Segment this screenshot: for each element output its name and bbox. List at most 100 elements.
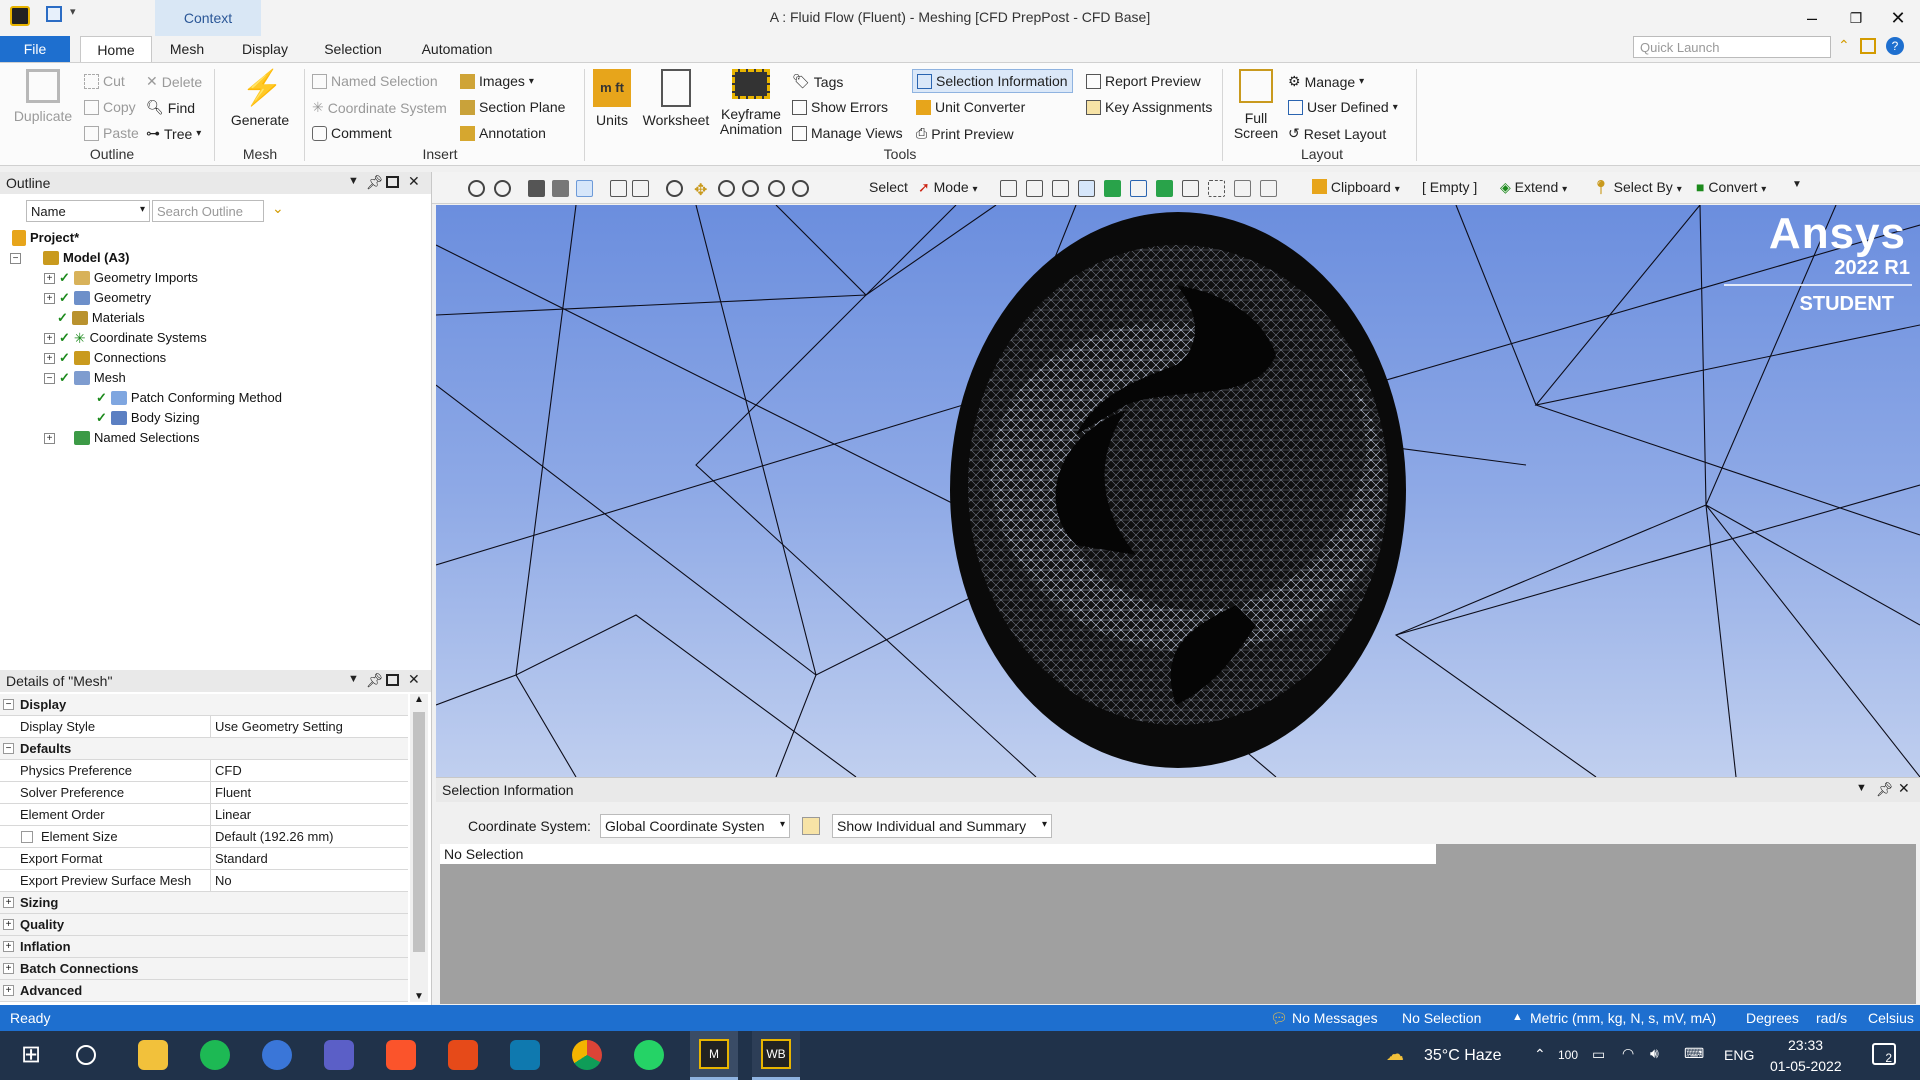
pin-icon[interactable]: 📌︎ [1876, 781, 1894, 798]
chevron-up-icon[interactable]: ⌃ [1534, 1046, 1546, 1063]
row-value[interactable]: Use Geometry Setting [211, 716, 408, 737]
zoom-fit-icon[interactable] [768, 180, 785, 197]
tab-automation[interactable]: Automation [410, 36, 504, 62]
expand-icon[interactable]: + [3, 985, 14, 996]
select-by-button[interactable]: 📍︎ Select By ▾ [1592, 179, 1682, 196]
print-preview-button[interactable]: ⎙ Print Preview [916, 125, 1014, 142]
expand-icon[interactable]: + [44, 332, 55, 344]
close-button[interactable]: ✕ [1878, 4, 1918, 32]
chevron-down-icon[interactable]: ▼ [1856, 782, 1867, 794]
details-row-display-style[interactable]: Display Style Use Geometry Setting [0, 716, 408, 738]
restore-button[interactable]: ❐ [1836, 4, 1876, 32]
wifi-icon[interactable]: ◠ [1622, 1045, 1634, 1062]
details-section-batch-connections[interactable]: + Batch Connections [0, 958, 408, 980]
named-selection-button[interactable]: Named Selection [312, 73, 438, 89]
chevron-down-icon[interactable]: ▼ [348, 673, 359, 685]
messages-icon[interactable]: 💬︎ [1270, 1010, 1288, 1027]
search-outline-input[interactable]: Search Outline [152, 200, 264, 222]
cube-icon[interactable] [528, 180, 545, 197]
help-icon[interactable]: ? [1886, 37, 1904, 55]
show-errors-button[interactable]: Show Errors [792, 99, 888, 115]
reset-layout-button[interactable]: ↺ Reset Layout [1288, 125, 1386, 142]
tree-item-coordinate-systems[interactable]: + ✓ ✳ Coordinate Systems [44, 328, 207, 348]
clock-date[interactable]: 01-05-2022 [1770, 1058, 1842, 1074]
show-mode-select[interactable]: Show Individual and Summary ▾ [832, 814, 1052, 838]
tree-item-named-selections[interactable]: + Named Selections [44, 428, 200, 448]
generate-button[interactable]: ⚡ Generate [222, 69, 298, 128]
details-section-display[interactable]: − Display [0, 694, 408, 716]
select-mesh-icon[interactable] [1182, 180, 1199, 197]
close-icon[interactable]: ✕ [408, 173, 420, 190]
tree-item-model[interactable]: − Model (A3) [10, 248, 129, 268]
tree-item-geometry-imports[interactable]: + ✓ Geometry Imports [44, 268, 198, 288]
coord-system-select[interactable]: Global Coordinate Systen ▾ [600, 814, 790, 838]
status-units[interactable]: Metric (mm, kg, N, s, mV, mA) [1530, 1010, 1716, 1026]
edges-icon[interactable] [632, 180, 649, 197]
annotation-select-icon[interactable] [1234, 180, 1251, 197]
details-section-quality[interactable]: + Quality [0, 914, 408, 936]
zoom-icon[interactable] [718, 180, 735, 197]
row-value[interactable]: CFD [211, 760, 408, 781]
expand-icon[interactable]: + [3, 941, 14, 952]
details-scrollbar[interactable]: ▲ ▼ [410, 694, 428, 1002]
report-preview-button[interactable]: Report Preview [1086, 73, 1201, 89]
select-node-icon[interactable] [1104, 180, 1121, 197]
solid-icon[interactable] [552, 180, 569, 197]
clock-time[interactable]: 23:33 [1788, 1037, 1823, 1053]
row-value[interactable]: Standard [211, 848, 408, 869]
row-value[interactable]: Default (192.26 mm) [211, 826, 408, 847]
manage-button[interactable]: ⚙ Manage ▾ [1288, 73, 1364, 90]
details-section-inflation[interactable]: + Inflation [0, 936, 408, 958]
copy-button[interactable]: Copy [84, 99, 136, 115]
details-row-export-preview[interactable]: Export Preview Surface Mesh No [0, 870, 408, 892]
office-icon[interactable] [448, 1040, 478, 1070]
scroll-thumb[interactable] [413, 712, 425, 952]
details-row-element-size[interactable]: Element Size Default (192.26 mm) [0, 826, 408, 848]
status-angle[interactable]: Degrees [1746, 1010, 1799, 1026]
tree-item-geometry[interactable]: + ✓ Geometry [44, 288, 151, 308]
coord-options-icon[interactable] [802, 817, 820, 835]
status-temp[interactable]: Celsius [1868, 1010, 1914, 1026]
weather-icon[interactable]: ☁ [1386, 1044, 1404, 1065]
tree-item-patch-conforming-method[interactable]: ✓ Patch Conforming Method [96, 388, 282, 408]
paste-button[interactable]: Paste [84, 125, 139, 141]
name-filter-select[interactable]: Name ▾ [26, 200, 150, 222]
details-row-export-format[interactable]: Export Format Standard [0, 848, 408, 870]
worksheet-button[interactable]: Worksheet [638, 69, 714, 128]
find-button[interactable]: 🔍︎ Find [146, 99, 195, 116]
convert-button[interactable]: ■ Convert ▾ [1696, 179, 1766, 195]
select-edge-icon[interactable] [1026, 180, 1043, 197]
magnifier-icon[interactable] [792, 180, 809, 197]
brave-icon[interactable] [386, 1040, 416, 1070]
key-assignments-button[interactable]: Key Assignments [1086, 99, 1212, 115]
select-vertex-icon[interactable] [1000, 180, 1017, 197]
ansys-workbench-taskbar-button[interactable]: WB [752, 1031, 800, 1080]
volume-icon[interactable]: 🔊︎ [1650, 1045, 1659, 1062]
keyframe-animation-button[interactable]: Keyframe Animation [714, 69, 788, 137]
user-defined-button[interactable]: User Defined ▾ [1288, 99, 1398, 115]
select-geometry-icon[interactable] [576, 180, 593, 197]
close-icon[interactable]: ✕ [408, 671, 420, 688]
teams-icon[interactable] [324, 1040, 354, 1070]
tab-mesh[interactable]: Mesh [162, 36, 212, 62]
units-button[interactable]: m ft Units [588, 69, 636, 128]
pan-icon[interactable]: ✥ [694, 180, 711, 199]
full-screen-button[interactable]: Full Screen [1230, 69, 1282, 141]
toolbar-overflow-icon[interactable]: ▼ [1792, 179, 1802, 190]
feedback-icon[interactable] [1860, 38, 1876, 54]
coordinate-system-button[interactable]: ✳ Coordinate System [312, 99, 447, 116]
filter-chevron-icon[interactable]: ⌄ [272, 200, 284, 217]
tab-home[interactable]: Home [80, 36, 152, 62]
expand-icon[interactable]: + [3, 963, 14, 974]
duplicate-button[interactable]: Duplicate [10, 69, 76, 124]
extend-button[interactable]: ◈ Extend ▾ [1500, 179, 1567, 196]
row-value[interactable]: Fluent [211, 782, 408, 803]
minimize-button[interactable]: – [1792, 4, 1832, 32]
tree-item-materials[interactable]: ✓ Materials [57, 308, 145, 328]
comment-select-icon[interactable] [1260, 180, 1277, 197]
cut-button[interactable]: Cut [84, 73, 125, 89]
wireframe-icon[interactable] [610, 180, 627, 197]
chevron-up-icon[interactable]: ▲ [1512, 1011, 1523, 1023]
box-zoom-icon[interactable] [742, 180, 759, 197]
headphones-icon[interactable] [262, 1040, 292, 1070]
